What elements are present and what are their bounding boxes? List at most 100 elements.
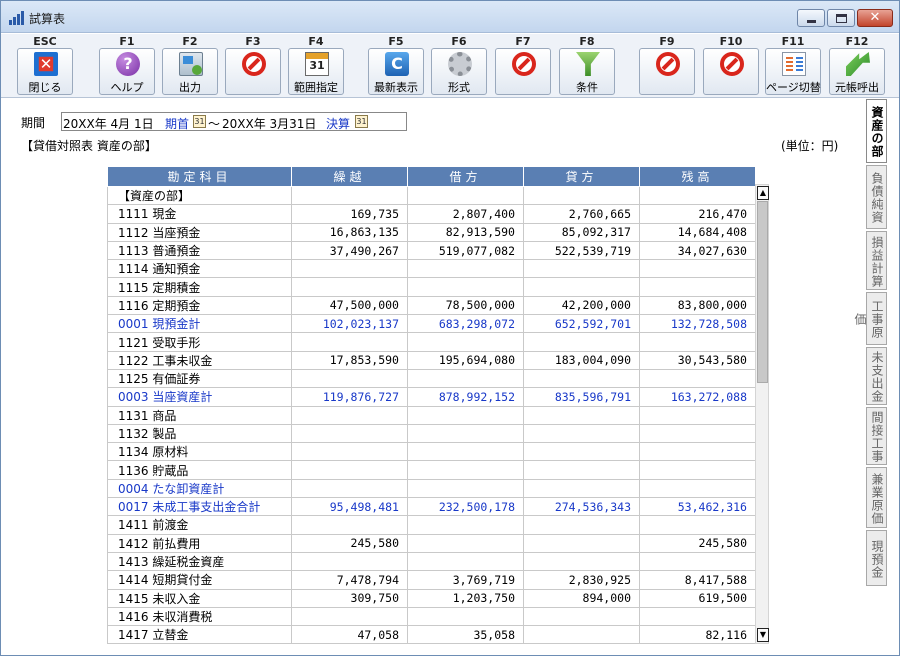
credit-cell[interactable]: [523, 442, 640, 462]
balance-cell[interactable]: 8,417,588: [639, 570, 756, 590]
credit-cell[interactable]: 522,539,719: [523, 240, 640, 261]
minimize-button[interactable]: [797, 9, 825, 27]
credit-cell[interactable]: [523, 515, 640, 535]
credit-cell[interactable]: [523, 606, 640, 627]
credit-cell[interactable]: 274,536,343: [523, 497, 640, 517]
table-row[interactable]: 1114 通知預金: [107, 259, 756, 279]
debit-cell[interactable]: [407, 442, 524, 462]
debit-cell[interactable]: 232,500,178: [407, 497, 524, 517]
f3-button[interactable]: [225, 48, 281, 95]
account-cell[interactable]: 1136 貯蔵品: [107, 460, 292, 480]
table-row[interactable]: 1131 商品: [107, 405, 756, 425]
tab-side-5[interactable]: 未支出金: [866, 347, 887, 405]
balance-cell[interactable]: [639, 460, 756, 480]
account-cell[interactable]: 1413 繰延税金資産: [107, 551, 292, 572]
balance-cell[interactable]: 83,800,000: [639, 295, 756, 316]
credit-cell[interactable]: [523, 405, 640, 425]
debit-cell[interactable]: 878,992,152: [407, 387, 524, 407]
balance-cell[interactable]: 82,116: [639, 625, 756, 645]
balance-cell[interactable]: [639, 442, 756, 462]
credit-cell[interactable]: [523, 551, 640, 572]
carry-cell[interactable]: 17,853,590: [291, 350, 408, 370]
scroll-up-arrow-icon[interactable]: ▲: [757, 186, 769, 200]
period-start-link[interactable]: 期首: [165, 115, 189, 132]
carry-cell[interactable]: [291, 405, 408, 425]
balance-cell[interactable]: [639, 551, 756, 572]
carry-cell[interactable]: [291, 478, 408, 499]
period-from-date[interactable]: 20XX年 4月 1日: [63, 115, 154, 132]
carry-cell[interactable]: 309,750: [291, 588, 408, 608]
balance-cell[interactable]: [639, 478, 756, 499]
account-cell[interactable]: 1125 有価証券: [107, 368, 292, 389]
vertical-scrollbar[interactable]: ▲ ▼: [755, 184, 769, 644]
balance-cell[interactable]: 163,272,088: [639, 387, 756, 407]
close-window-button[interactable]: ✕: [857, 9, 893, 27]
account-cell[interactable]: 1121 受取手形: [107, 332, 292, 352]
subtotal-row[interactable]: 0001 現預金計 102,023,137 683,298,072 652,592,7…: [107, 314, 756, 334]
account-cell[interactable]: 1416 未収消費税: [107, 606, 292, 627]
balance-cell[interactable]: [639, 368, 756, 389]
f4-button[interactable]: 31 範囲指定: [288, 48, 344, 95]
account-cell[interactable]: 1111 現金: [107, 204, 292, 224]
account-cell[interactable]: 1415 未収入金: [107, 588, 292, 608]
debit-cell[interactable]: [407, 405, 524, 425]
account-cell[interactable]: 1115 定期積金: [107, 277, 292, 297]
table-row[interactable]: 1115 定期積金: [107, 277, 756, 297]
debit-cell[interactable]: [407, 478, 524, 499]
account-cell[interactable]: 1116 定期預金: [107, 295, 292, 316]
account-cell[interactable]: 0004 たな卸資産計: [107, 478, 292, 499]
credit-cell[interactable]: 183,004,090: [523, 350, 640, 370]
balance-cell[interactable]: [639, 405, 756, 425]
balance-cell[interactable]: 53,462,316: [639, 497, 756, 517]
scroll-thumb[interactable]: [757, 201, 768, 383]
carry-cell[interactable]: 102,023,137: [291, 314, 408, 334]
carry-cell[interactable]: [291, 277, 408, 297]
f7-button[interactable]: [495, 48, 551, 95]
account-cell[interactable]: 1132 製品: [107, 423, 292, 444]
account-cell[interactable]: 1114 通知預金: [107, 259, 292, 279]
account-cell[interactable]: 1134 原材料: [107, 442, 292, 462]
account-cell[interactable]: 1414 短期貸付金: [107, 570, 292, 590]
table-row[interactable]: 1122 工事未収金 17,853,590 195,694,080 183,004,0…: [107, 350, 756, 370]
f5-button[interactable]: C 最新表示: [368, 48, 424, 95]
debit-cell[interactable]: 82,913,590: [407, 222, 524, 242]
balance-cell[interactable]: 14,684,408: [639, 222, 756, 242]
credit-cell[interactable]: 835,596,791: [523, 387, 640, 407]
credit-cell[interactable]: [523, 423, 640, 444]
debit-cell[interactable]: 195,694,080: [407, 350, 524, 370]
table-row[interactable]: 1113 普通預金 37,490,267 519,077,082 522,539,71…: [107, 240, 756, 261]
debit-cell[interactable]: 2,807,400: [407, 204, 524, 224]
tab-side-8[interactable]: 現預金: [866, 530, 887, 586]
account-cell[interactable]: 1411 前渡金: [107, 515, 292, 535]
credit-cell[interactable]: [523, 625, 640, 645]
debit-cell[interactable]: [407, 533, 524, 553]
debit-cell[interactable]: [407, 551, 524, 572]
debit-cell[interactable]: [407, 515, 524, 535]
f10-button[interactable]: [703, 48, 759, 95]
credit-cell[interactable]: [523, 185, 640, 206]
f11-button[interactable]: ページ切替: [765, 48, 821, 95]
debit-cell[interactable]: [407, 460, 524, 480]
credit-cell[interactable]: 2,760,665: [523, 204, 640, 224]
carry-cell[interactable]: 47,058: [291, 625, 408, 645]
carry-cell[interactable]: [291, 423, 408, 444]
account-cell[interactable]: 1112 当座預金: [107, 222, 292, 242]
carry-cell[interactable]: [291, 259, 408, 279]
f6-button[interactable]: 形式: [431, 48, 487, 95]
table-row[interactable]: 1132 製品: [107, 423, 756, 444]
account-cell[interactable]: 0001 現預金計: [107, 314, 292, 334]
balance-cell[interactable]: 245,580: [639, 533, 756, 553]
debit-cell[interactable]: [407, 368, 524, 389]
f8-button[interactable]: 条件: [559, 48, 615, 95]
balance-cell[interactable]: [639, 606, 756, 627]
subtotal-row[interactable]: 0017 未成工事支出金合計 95,498,481 232,500,178 274,5…: [107, 497, 756, 517]
account-cell[interactable]: 1412 前払費用: [107, 533, 292, 553]
calendar-from-icon[interactable]: 31: [193, 115, 206, 128]
credit-cell[interactable]: 42,200,000: [523, 295, 640, 316]
balance-cell[interactable]: [639, 423, 756, 444]
tab-side-6[interactable]: 間接工事: [866, 407, 887, 465]
table-row[interactable]: 1121 受取手形: [107, 332, 756, 352]
debit-cell[interactable]: [407, 185, 524, 206]
table-row[interactable]: 【資産の部】: [107, 185, 756, 206]
credit-cell[interactable]: 85,092,317: [523, 222, 640, 242]
